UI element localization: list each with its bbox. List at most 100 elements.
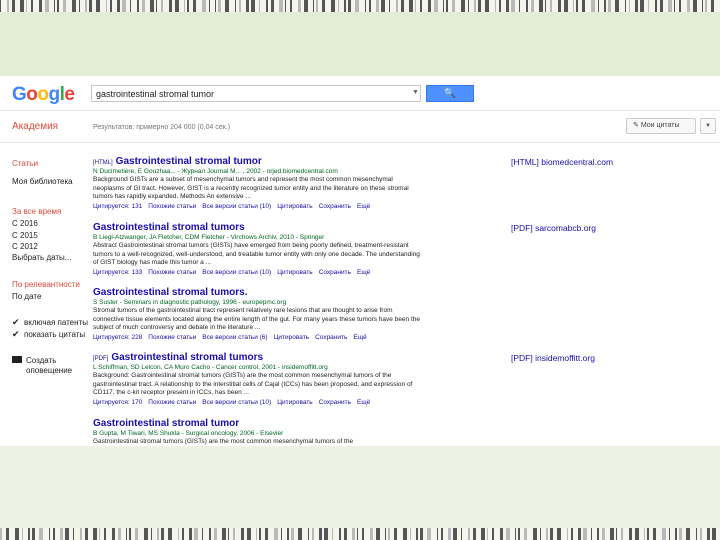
stripe <box>72 528 74 540</box>
stripe <box>111 528 115 540</box>
my-citations-button[interactable]: ✎ Мои цитаты <box>626 118 696 134</box>
create-alert-link[interactable]: Создать оповещение <box>26 356 76 376</box>
stripe <box>467 0 469 12</box>
full-text-link[interactable]: [PDF] insidemoffitt.org <box>511 353 595 363</box>
cited-by-link[interactable]: Цитируется: 170 <box>93 399 142 406</box>
result-title[interactable]: Gastrointestinal stromal tumor <box>93 418 423 429</box>
sidebar-item-by-relevance[interactable]: По релевантности <box>12 280 80 289</box>
stripe <box>420 0 422 12</box>
stripe <box>486 528 488 540</box>
related-articles-link[interactable]: Похожие статьи <box>148 203 196 210</box>
checkmark-icon[interactable]: ✔ <box>12 329 20 340</box>
more-link[interactable]: Ещё <box>353 334 366 341</box>
stripe <box>84 0 87 12</box>
result-meta: B Gupta, M Tiwari, MS Shukla - Surgical … <box>93 430 284 437</box>
more-link[interactable]: Ещё <box>357 203 370 210</box>
related-articles-link[interactable]: Похожие статьи <box>148 334 196 341</box>
sidebar-item-any-time[interactable]: За все время <box>12 207 61 216</box>
related-articles-link[interactable]: Похожие статьи <box>148 399 196 406</box>
stripe <box>442 0 444 12</box>
stripe <box>582 528 587 540</box>
result-meta: N Ducimetière, E Gouzhaa... - Журнал Jou… <box>93 168 338 175</box>
sidebar-item-my-library[interactable]: Моя библиотека <box>12 177 73 186</box>
stripe <box>675 528 678 540</box>
result-title-text: Gastrointestinal stromal tumor <box>115 156 262 167</box>
stripe <box>679 528 683 540</box>
stripe <box>344 0 347 12</box>
checkmark-icon[interactable]: ✔ <box>12 317 20 328</box>
save-link[interactable]: Сохранить <box>319 269 351 276</box>
sidebar-item-by-date[interactable]: По дате <box>12 292 41 301</box>
result-title[interactable]: [PDF] Gastrointestinal stromal tumors <box>93 352 423 363</box>
stripe <box>369 0 372 12</box>
stripe <box>168 528 173 540</box>
stripe <box>491 528 494 540</box>
dropdown-arrow-icon[interactable]: ▼ <box>412 89 419 96</box>
stripe <box>409 0 413 12</box>
related-articles-link[interactable]: Похожие статьи <box>148 269 196 276</box>
stripe <box>621 528 624 540</box>
stripe <box>62 0 66 12</box>
result-title[interactable]: Gastrointestinal stromal tumors <box>93 222 423 233</box>
stripe <box>525 0 528 12</box>
logo-letter: g <box>48 84 61 105</box>
stripe <box>52 528 55 540</box>
cite-link[interactable]: Цитировать <box>274 334 310 341</box>
sidebar-item-choose-dates[interactable]: Выбрать даты... <box>12 253 71 262</box>
stripe <box>273 528 278 540</box>
search-button[interactable]: 🔍 <box>426 85 474 102</box>
full-text-link[interactable]: [HTML] biomedcentral.com <box>511 157 613 167</box>
sidebar-item-since-2012[interactable]: С 2012 <box>12 242 38 251</box>
stripe <box>48 528 50 540</box>
cited-by-link[interactable]: Цитируется: 228 <box>93 334 142 341</box>
footer-band <box>0 446 720 528</box>
stripe <box>590 528 592 540</box>
sidebar-item-articles[interactable]: Статьи <box>12 159 38 168</box>
academy-title: Академия <box>12 121 59 132</box>
stripe <box>427 0 431 12</box>
result-title[interactable]: Gastrointestinal stromal tumors. <box>93 287 423 298</box>
stripe <box>280 528 282 540</box>
result-snippet: Stromal tumors of the gastrointestinal t… <box>93 307 420 331</box>
stripe <box>338 0 340 12</box>
cited-by-link[interactable]: Цитируется: 133 <box>93 269 142 276</box>
stripe <box>461 528 463 540</box>
stripe <box>271 0 275 12</box>
show-citations-option[interactable]: показать цитаты <box>24 330 85 339</box>
more-options-button[interactable]: ▼ <box>700 118 716 134</box>
save-link[interactable]: Сохранить <box>319 399 351 406</box>
stripe <box>297 528 302 540</box>
save-link[interactable]: Сохранить <box>319 203 351 210</box>
divider <box>0 142 720 143</box>
more-link[interactable]: Ещё <box>357 269 370 276</box>
cite-link[interactable]: Цитировать <box>277 269 313 276</box>
cited-by-link[interactable]: Цитируется: 131 <box>93 203 142 210</box>
stripe <box>225 0 230 12</box>
stripe <box>388 528 391 540</box>
stripe <box>668 0 673 12</box>
search-input[interactable] <box>91 85 421 102</box>
cite-link[interactable]: Цитировать <box>277 399 313 406</box>
result-title[interactable]: [HTML] Gastrointestinal stromal tumor <box>93 156 423 167</box>
cite-link[interactable]: Цитировать <box>277 203 313 210</box>
stripe <box>687 0 691 12</box>
stripe <box>64 528 69 540</box>
all-versions-link[interactable]: Все версии статьи (10) <box>202 269 271 276</box>
stripe <box>246 528 251 540</box>
sidebar-item-since-2015[interactable]: С 2015 <box>12 231 38 240</box>
stripe <box>251 0 256 12</box>
save-link[interactable]: Сохранить <box>315 334 347 341</box>
all-versions-link[interactable]: Все версии статьи (6) <box>202 334 267 341</box>
stripe <box>19 0 24 12</box>
stripe <box>214 528 218 540</box>
include-patents-option[interactable]: включая патенты <box>24 318 88 327</box>
search-result: Gastrointestinal stromal tumor B Gupta, … <box>93 418 423 446</box>
search-result: [HTML] Gastrointestinal stromal tumor N D… <box>93 156 423 210</box>
more-link[interactable]: Ещё <box>357 399 370 406</box>
all-versions-link[interactable]: Все версии статьи (10) <box>202 399 271 406</box>
sidebar-item-since-2016[interactable]: С 2016 <box>12 219 38 228</box>
all-versions-link[interactable]: Все версии статьи (10) <box>202 203 271 210</box>
full-text-link[interactable]: [PDF] sarcomabcb.org <box>511 223 596 233</box>
stripe <box>129 528 132 540</box>
stripe <box>109 0 112 12</box>
